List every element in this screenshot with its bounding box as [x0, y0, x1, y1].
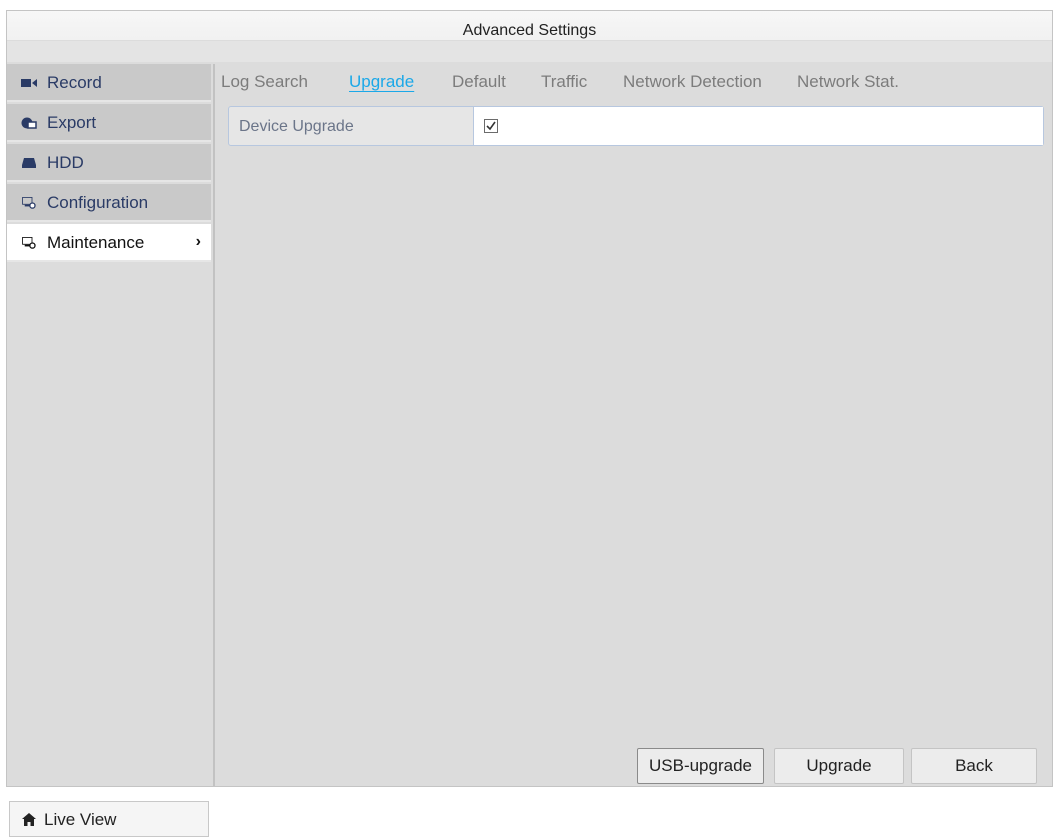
check-icon — [486, 121, 496, 131]
back-button[interactable]: Back — [911, 748, 1037, 784]
sidebar-item-configuration[interactable]: Configuration — [7, 184, 211, 222]
title-bar: Advanced Settings — [7, 11, 1052, 62]
usb-upgrade-button[interactable]: USB-upgrade — [637, 748, 764, 784]
advanced-settings-window: Advanced Settings Record Export HDD Conf… — [6, 10, 1053, 837]
sidebar-item-record[interactable]: Record — [7, 64, 211, 102]
configuration-icon — [22, 197, 36, 209]
export-icon — [21, 117, 37, 129]
sidebar-item-hdd[interactable]: HDD — [7, 144, 211, 182]
live-view-label: Live View — [44, 810, 117, 829]
sidebar: Record Export HDD Configuration Maintena… — [7, 64, 215, 837]
live-view-button[interactable]: Live View — [9, 801, 209, 837]
upgrade-button[interactable]: Upgrade — [774, 748, 904, 784]
tab-network-detection[interactable]: Network Detection — [623, 72, 762, 92]
home-icon — [22, 813, 36, 826]
sidebar-item-label: HDD — [47, 153, 84, 172]
record-icon — [21, 79, 37, 87]
sidebar-item-maintenance[interactable]: Maintenance › — [7, 224, 211, 262]
sidebar-item-label: Maintenance — [47, 233, 145, 252]
sidebar-item-label: Export — [47, 113, 97, 132]
tab-log-search[interactable]: Log Search — [221, 72, 308, 92]
window-title: Advanced Settings — [462, 22, 597, 39]
tab-traffic[interactable]: Traffic — [541, 72, 587, 92]
tab-network-stat[interactable]: Network Stat. — [797, 72, 899, 92]
device-upgrade-checkbox[interactable] — [484, 119, 498, 133]
device-upgrade-label: Device Upgrade — [239, 118, 354, 135]
main-panel: Log Search Upgrade Default Traffic Netwo… — [215, 64, 1053, 786]
sidebar-item-label: Configuration — [47, 193, 149, 212]
hdd-icon — [22, 158, 36, 168]
device-upgrade-row: Device Upgrade — [228, 106, 1044, 146]
tab-default[interactable]: Default — [452, 72, 506, 92]
maintenance-icon — [22, 237, 36, 249]
sidebar-item-label: Record — [47, 73, 102, 92]
tab-upgrade[interactable]: Upgrade — [349, 72, 414, 92]
sidebar-item-export[interactable]: Export — [7, 104, 211, 142]
chevron-right-icon: › — [195, 233, 201, 250]
